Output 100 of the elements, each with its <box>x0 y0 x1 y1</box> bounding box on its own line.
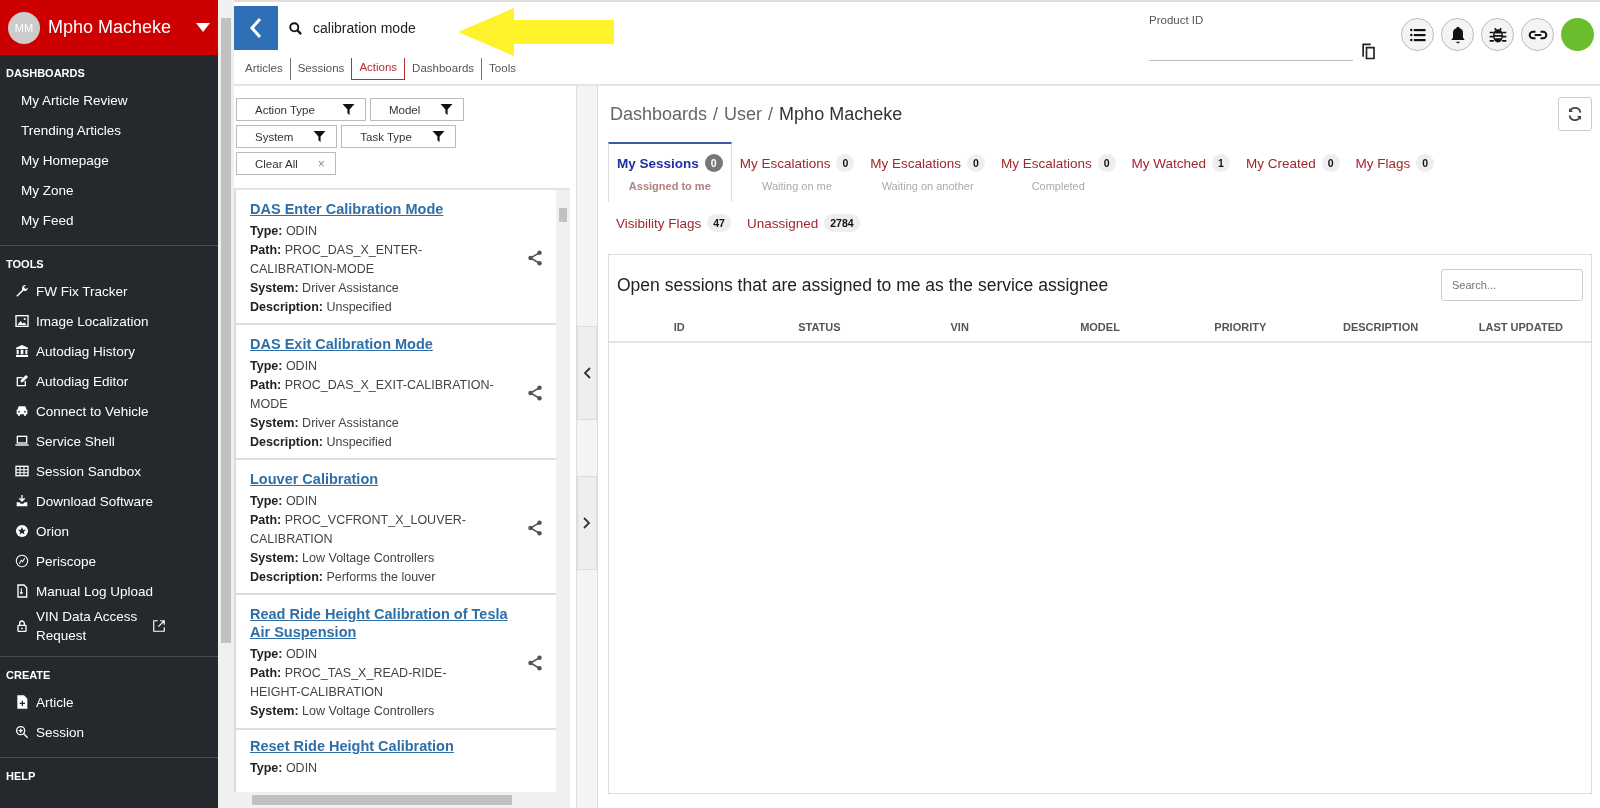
result-field: Path: PROC_DAS_X_ENTER-CALIBRATION-MODE <box>250 240 495 279</box>
sidebar-item[interactable]: Download Software <box>0 486 218 516</box>
filter-icon <box>440 103 454 116</box>
user-name[interactable]: Mpho Macheke <box>48 17 188 38</box>
table-search-field[interactable]: Search... <box>1441 269 1583 301</box>
sidebar-item[interactable]: VIN Data Access Request <box>0 606 218 646</box>
count-badge: 0 <box>1321 154 1340 172</box>
sidebar-item[interactable]: Trending Articles <box>0 115 218 145</box>
result-title-link[interactable]: DAS Enter Calibration Mode <box>250 199 510 218</box>
filter-button[interactable]: Task Type <box>341 125 456 148</box>
close-icon: × <box>317 156 325 171</box>
search-tab[interactable]: Tools <box>481 58 523 80</box>
sidebar-item[interactable]: Session <box>0 717 218 747</box>
section-heading: TOOLS <box>5 258 45 272</box>
sidebar-item[interactable]: Autodiag History <box>0 336 218 366</box>
sidebar-item[interactable]: Image Localization <box>0 306 218 336</box>
dashboard-tab[interactable]: My Sessions 0 Assigned to me <box>608 142 732 202</box>
edit-icon <box>14 373 30 389</box>
section-heading: DASHBOARDS <box>5 67 86 81</box>
sidebar-item[interactable]: Autodiag Editor <box>0 366 218 396</box>
back-button[interactable] <box>234 6 278 50</box>
sidebar-item[interactable]: My Zone <box>0 175 218 205</box>
sidebar-item[interactable]: My Feed <box>0 205 218 235</box>
breadcrumb-text: / <box>768 103 774 125</box>
column-header[interactable]: VIN <box>889 321 1030 333</box>
count-badge: 0 <box>967 154 985 172</box>
result-field: Description: Performs the louver <box>250 567 495 587</box>
document-plus-icon <box>14 694 30 710</box>
panel-title: Open sessions that are assigned to me as the service assignee <box>617 274 1109 296</box>
clear-all-button[interactable]: Clear All × <box>236 152 336 175</box>
download-icon <box>14 493 30 509</box>
dashboard-tab[interactable]: My Escalations 0 Completed <box>992 142 1124 198</box>
column-header[interactable]: PRIORITY <box>1170 321 1311 333</box>
dashboard-tab[interactable]: My Flags 0 <box>1347 142 1443 198</box>
search-tab[interactable]: Sessions <box>289 58 352 80</box>
result-field: Description: Unspecified <box>250 432 495 452</box>
result-field: Type: ODIN <box>250 645 495 664</box>
column-header[interactable]: STATUS <box>749 321 890 333</box>
dashboard-tab[interactable]: Visibility Flags 47 <box>608 202 739 258</box>
scrollbar[interactable] <box>234 792 570 808</box>
share-icon[interactable] <box>526 384 544 402</box>
dashboard-tab[interactable]: My Created 0 <box>1237 142 1348 198</box>
share-icon[interactable] <box>526 519 544 537</box>
dashboard-tab[interactable]: My Watched 1 <box>1123 142 1238 198</box>
scrollbar[interactable] <box>556 190 570 792</box>
filter-icon <box>313 130 327 143</box>
dashboard-tab[interactable]: My Escalations 0 Waiting on me <box>731 142 863 198</box>
filter-button[interactable]: Action Type <box>236 98 366 121</box>
dashboard-tab[interactable]: Unassigned 2784 <box>738 202 868 258</box>
filter-button[interactable]: System <box>236 125 338 148</box>
result-field: Description: Unspecified <box>250 297 495 317</box>
column-header[interactable]: LAST UPDATED <box>1450 321 1591 333</box>
star-circle-icon <box>14 523 30 539</box>
refresh-icon <box>1567 106 1583 122</box>
bell-button[interactable] <box>1441 18 1474 51</box>
sidebar-item[interactable]: Article <box>0 687 218 717</box>
count-badge: 2784 <box>824 214 860 232</box>
lock-icon <box>14 618 30 634</box>
share-icon[interactable] <box>526 249 544 267</box>
scrollbar[interactable] <box>218 0 234 808</box>
bug-button[interactable] <box>1481 18 1514 51</box>
sidebar-item[interactable]: Periscope <box>0 546 218 576</box>
result-field: Type: ODIN <box>250 221 495 241</box>
sidebar-item[interactable]: Service Shell <box>0 426 218 456</box>
column-header[interactable]: DESCRIPTION <box>1310 321 1451 333</box>
status-indicator <box>1561 18 1594 51</box>
share-icon[interactable] <box>526 654 544 672</box>
breadcrumb-text: User <box>724 103 763 125</box>
column-header[interactable]: MODEL <box>1029 321 1171 333</box>
search-tab[interactable]: Articles <box>238 58 290 80</box>
list-button[interactable] <box>1401 18 1434 51</box>
sidebar-item[interactable]: My Article Review <box>0 85 218 115</box>
dropdown-caret-icon[interactable] <box>196 22 210 33</box>
document-icon <box>14 583 30 599</box>
result-title-link[interactable]: Reset Ride Height Calibration <box>250 737 510 755</box>
result-title-link[interactable]: DAS Exit Calibration Mode <box>250 334 510 353</box>
breadcrumb-text: / <box>713 103 719 125</box>
breadcrumb-text: Dashboards <box>610 103 708 125</box>
sidebar-item[interactable]: Manual Log Upload <box>0 576 218 606</box>
refresh-button[interactable] <box>1558 97 1592 131</box>
count-badge: 47 <box>707 214 731 232</box>
sidebar-item[interactable]: My Homepage <box>0 145 218 175</box>
count-badge: 0 <box>836 154 855 172</box>
dashboard-tab[interactable]: My Escalations 0 Waiting on another <box>862 142 993 198</box>
result-title-link[interactable]: Louver Calibration <box>250 469 510 488</box>
filter-button[interactable]: Model <box>370 98 465 121</box>
search-query-field[interactable]: calibration mode <box>288 20 416 36</box>
sidebar-item[interactable]: FW Fix Tracker <box>0 276 218 306</box>
sidebar-item[interactable]: Connect to Vehicle <box>0 396 218 426</box>
car-icon <box>14 403 30 419</box>
search-tab[interactable]: Dashboards <box>405 58 482 80</box>
sidebar-item[interactable]: Session Sandbox <box>0 456 218 486</box>
result-field: System: Low Voltage Controllers <box>250 548 495 568</box>
column-header[interactable]: ID <box>609 321 750 333</box>
result-field: Path: PROC_DAS_X_EXIT-CALIBRATION-MODE <box>250 375 495 414</box>
link-button[interactable] <box>1521 18 1554 51</box>
sidebar-item[interactable]: Orion <box>0 516 218 546</box>
search-tab[interactable]: Actions <box>351 58 406 80</box>
result-title-link[interactable]: Read Ride Height Calibration of Tesla Air Suspension <box>250 605 510 641</box>
wrench-icon <box>14 283 30 299</box>
